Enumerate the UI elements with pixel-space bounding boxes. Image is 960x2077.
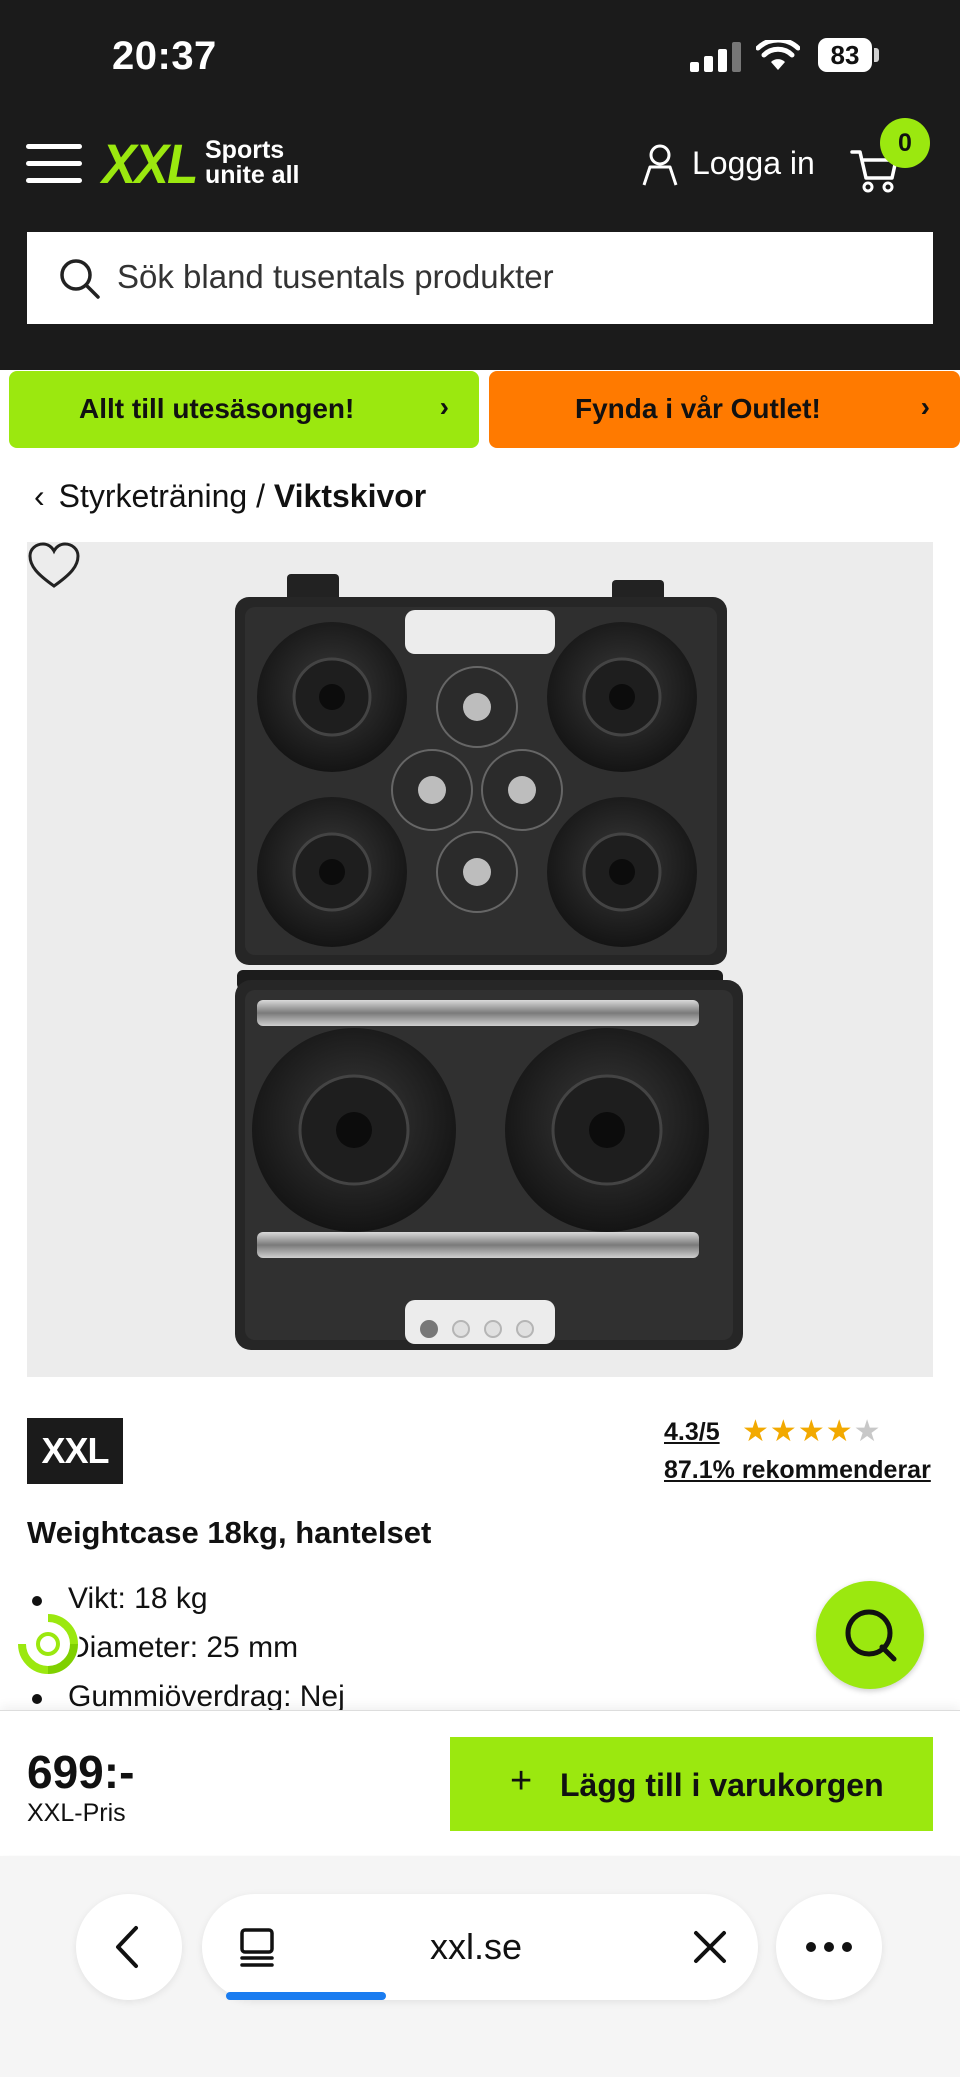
product-image-gallery[interactable] — [27, 542, 933, 1377]
browser-toolbar: xxl.se — [0, 1856, 960, 2077]
gallery-dot[interactable] — [420, 1320, 438, 1338]
wifi-icon — [756, 40, 800, 70]
star-icon: ★ — [797, 1415, 826, 1448]
rating-score[interactable]: 4.3/5 — [664, 1418, 720, 1446]
add-to-cart-button[interactable]: + Lägg till i varukorgen — [450, 1737, 933, 1831]
product-image — [235, 574, 743, 1350]
brand-logo[interactable]: XXL — [27, 1418, 123, 1484]
breadcrumb-separator: / — [256, 478, 265, 514]
promo-label: Fynda i vår Outlet! — [575, 393, 821, 424]
star-icon: ★ — [769, 1415, 798, 1448]
product-title: Weightcase 18kg, hantelset — [27, 1515, 432, 1550]
star-icon: ★ — [825, 1415, 854, 1448]
star-half-icon: ★ — [853, 1415, 882, 1448]
breadcrumb-current[interactable]: Viktskivor — [274, 478, 426, 514]
search-icon — [60, 259, 100, 299]
add-to-cart-label: Lägg till i varukorgen — [560, 1767, 884, 1803]
star-rating: ★★★★★ — [742, 1414, 882, 1449]
spec-list: Vikt: 18 kg Diameter: 25 mm Gummiöverdra… — [30, 1582, 790, 1710]
status-time: 20:37 — [112, 34, 217, 78]
spec-item: Gummiöverdrag: Nej — [30, 1680, 790, 1710]
breadcrumb-parent[interactable]: Styrketräning — [59, 478, 248, 514]
tagline-line1: Sports — [205, 136, 285, 164]
recommend-percentage[interactable]: 87.1% rekommenderar — [664, 1456, 931, 1485]
chat-icon — [845, 1609, 897, 1662]
chevron-left-icon[interactable]: ‹ — [34, 478, 45, 515]
login-link[interactable]: Logga in — [692, 145, 815, 182]
user-icon[interactable] — [640, 143, 680, 187]
xxl-logo[interactable]: XXL — [102, 136, 199, 192]
chevron-right-icon: › — [439, 391, 449, 422]
url-text[interactable]: xxl.se — [430, 1926, 522, 1968]
signal-icon — [690, 42, 742, 72]
more-icon — [806, 1942, 852, 1952]
spec-item: Vikt: 18 kg — [30, 1582, 790, 1631]
battery-indicator: 83 — [818, 38, 872, 72]
address-bar[interactable]: xxl.se — [202, 1894, 758, 2000]
gallery-dot[interactable] — [516, 1320, 534, 1338]
cart-count-badge[interactable]: 0 — [880, 118, 930, 168]
app-header: 20:37 83 XXL Sports unite all Logga in 0… — [0, 0, 960, 370]
tagline-line2: unite all — [205, 161, 300, 189]
close-icon[interactable] — [690, 1927, 730, 1967]
spec-item: Diameter: 25 mm — [30, 1631, 790, 1680]
search-placeholder: Sök bland tusentals produkter — [117, 258, 554, 295]
chevron-right-icon: › — [920, 391, 930, 422]
buy-bar: 699:- XXL-Pris + Lägg till i varukorgen — [0, 1710, 960, 1855]
plus-icon: + — [510, 1760, 533, 1802]
logo-tagline: Sports unite all — [205, 138, 325, 188]
more-button[interactable] — [776, 1894, 882, 2000]
battery-tip — [874, 48, 879, 62]
product-price: 699:- — [27, 1746, 135, 1798]
tabs-icon[interactable] — [230, 1918, 290, 1978]
heart-icon[interactable] — [27, 542, 81, 590]
search-input[interactable]: Sök bland tusentals produkter — [27, 232, 933, 324]
rating-summary[interactable]: 4.3/5 — [664, 1418, 720, 1447]
gallery-dot[interactable] — [484, 1320, 502, 1338]
promo-label: Allt till utesäsongen! — [79, 393, 355, 424]
gallery-pagination — [420, 1320, 548, 1338]
chevron-left-icon — [116, 1926, 138, 1968]
breadcrumb: ‹ Styrketräning / Viktskivor — [34, 478, 426, 515]
chat-button[interactable] — [816, 1581, 924, 1689]
page-load-progress — [226, 1992, 386, 2000]
eco-badge-icon[interactable] — [16, 1612, 80, 1676]
promo-banner-outdoor-season[interactable]: Allt till utesäsongen! › — [9, 371, 479, 448]
gallery-dot[interactable] — [452, 1320, 470, 1338]
star-icon: ★ — [742, 1415, 770, 1448]
hamburger-menu-icon[interactable] — [26, 144, 82, 184]
back-button[interactable] — [76, 1894, 182, 2000]
promo-banner-outlet[interactable]: Fynda i vår Outlet! › — [489, 371, 960, 448]
price-label: XXL-Pris — [27, 1799, 126, 1827]
